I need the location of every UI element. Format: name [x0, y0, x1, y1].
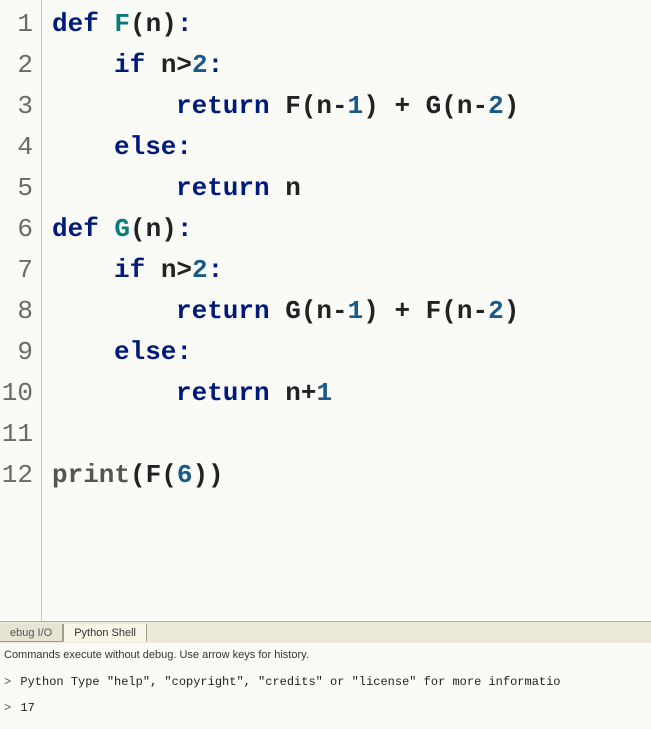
- shell-banner: > Python Type "help", "copyright", "cred…: [4, 675, 647, 689]
- line-number: 4: [0, 127, 41, 168]
- tab-python-shell[interactable]: Python Shell: [63, 624, 147, 642]
- code-editor[interactable]: 123456789101112 def F(n):if n>2:return F…: [0, 0, 651, 621]
- code-line[interactable]: if n>2:: [52, 45, 651, 86]
- line-number: 9: [0, 332, 41, 373]
- line-number: 8: [0, 291, 41, 332]
- line-number: 5: [0, 168, 41, 209]
- code-line[interactable]: return n+1: [52, 373, 651, 414]
- code-line[interactable]: print(F(6)): [52, 455, 651, 496]
- line-number: 6: [0, 209, 41, 250]
- code-line[interactable]: return n: [52, 168, 651, 209]
- line-number: 10: [0, 373, 41, 414]
- code-line[interactable]: else:: [52, 127, 651, 168]
- code-line[interactable]: def F(n):: [52, 4, 651, 45]
- code-line[interactable]: if n>2:: [52, 250, 651, 291]
- shell-hint: Commands execute without debug. Use arro…: [4, 649, 647, 661]
- code-line[interactable]: return G(n-1) + F(n-2): [52, 291, 651, 332]
- code-line[interactable]: return F(n-1) + G(n-2): [52, 86, 651, 127]
- code-line[interactable]: [52, 414, 651, 455]
- line-number: 11: [0, 414, 41, 455]
- line-number: 7: [0, 250, 41, 291]
- bottom-tabs: ebug I/O Python Shell: [0, 621, 651, 643]
- line-number: 1: [0, 4, 41, 45]
- code-line[interactable]: else:: [52, 332, 651, 373]
- shell-output: > 17: [4, 701, 647, 715]
- code-line[interactable]: def G(n):: [52, 209, 651, 250]
- line-number: 3: [0, 86, 41, 127]
- line-number: 2: [0, 45, 41, 86]
- tab-debug-io[interactable]: ebug I/O: [0, 624, 63, 642]
- line-gutter: 123456789101112: [0, 0, 42, 621]
- python-shell[interactable]: Commands execute without debug. Use arro…: [0, 643, 651, 729]
- line-number: 12: [0, 455, 41, 496]
- code-area[interactable]: def F(n):if n>2:return F(n-1) + G(n-2)el…: [42, 0, 651, 621]
